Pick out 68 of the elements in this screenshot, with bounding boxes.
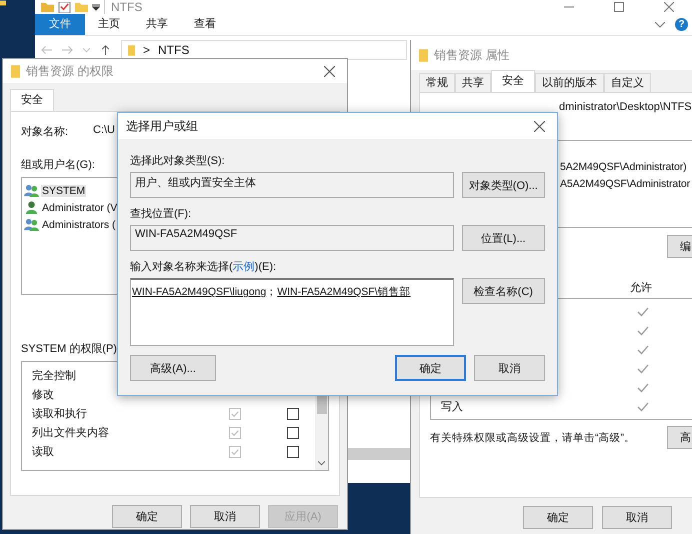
deny-checkbox[interactable] bbox=[287, 426, 299, 438]
maximize-icon[interactable] bbox=[614, 2, 624, 12]
object-names-field[interactable]: WIN-FA5A2M49QSF\liugong；WIN-FA5A2M49QSF\销售部 bbox=[130, 278, 454, 346]
field-label: 输入对象名称来选择(示例)(E): bbox=[130, 260, 276, 274]
dialog-button[interactable]: 取消 bbox=[602, 506, 672, 529]
checklist-icon[interactable] bbox=[58, 2, 71, 12]
scroll-down-icon[interactable] bbox=[318, 461, 325, 466]
permission-name: 修改 bbox=[31, 388, 54, 402]
group-list-item[interactable]: SYSTEM bbox=[41, 184, 86, 196]
chevron-icon[interactable] bbox=[655, 22, 665, 28]
dialog-title: 选择用户或组 bbox=[126, 118, 198, 134]
object-type-field: 用户、组或内置安全主体 bbox=[130, 172, 454, 198]
dropdown-icon[interactable] bbox=[92, 3, 100, 11]
deny-checkbox[interactable] bbox=[287, 446, 299, 458]
window-title: NTFS bbox=[104, 0, 142, 14]
ribbon-tab[interactable]: 共享 bbox=[133, 14, 181, 35]
field-label: 选择此对象类型(S): bbox=[130, 154, 225, 168]
object-types-button[interactable]: 对象类型(O)... bbox=[462, 172, 545, 198]
close-icon[interactable] bbox=[664, 2, 674, 12]
field-label: 查找位置(F): bbox=[130, 207, 192, 221]
groups-label: 组或用户名(G): bbox=[21, 158, 95, 172]
user-group-icon bbox=[24, 218, 39, 231]
permission-name: 完全控制 bbox=[31, 368, 76, 383]
advanced-button[interactable]: 高 bbox=[667, 426, 692, 449]
check-names-button[interactable]: 检查名称(C) bbox=[462, 278, 545, 304]
tab[interactable]: 以前的版本 bbox=[535, 73, 604, 92]
dialog-button[interactable]: 取消 bbox=[190, 505, 260, 528]
column-header: 允许 bbox=[630, 281, 652, 295]
user-icon bbox=[24, 201, 39, 214]
window-title: 销售资源 属性 bbox=[434, 46, 510, 64]
tab[interactable]: 共享 bbox=[455, 73, 491, 92]
locations-button[interactable]: 位置(L)... bbox=[462, 225, 545, 251]
window-title: 销售资源 的权限 bbox=[26, 62, 114, 80]
advanced-hint: 有关特殊权限或高级设置，请单击“高级”。 bbox=[430, 430, 635, 444]
permissions-label: SYSTEM 的权限(P) bbox=[21, 342, 117, 356]
up-icon[interactable] bbox=[100, 45, 111, 55]
permission-name: 列出文件夹内容 bbox=[31, 426, 109, 440]
location-field: WIN-FA5A2M49QSF bbox=[130, 225, 454, 251]
ribbon-tab[interactable]: 主页 bbox=[85, 14, 133, 35]
dialog-button[interactable]: 确定 bbox=[523, 506, 593, 529]
advanced-button[interactable]: 高级(A)... bbox=[130, 355, 216, 381]
tab[interactable]: 安全 bbox=[491, 70, 535, 92]
edit-button[interactable]: 编 bbox=[667, 235, 692, 258]
object-path: dministrator\Desktop\NTFS bbox=[559, 101, 692, 113]
permission-name: 写入 bbox=[441, 401, 463, 413]
close-icon[interactable] bbox=[324, 66, 335, 76]
group-list-item[interactable]: 5A2M49QSF\Administrator) bbox=[560, 161, 687, 178]
tab[interactable]: 常规 bbox=[419, 73, 455, 92]
tab[interactable]: 自定义 bbox=[604, 73, 651, 92]
close-icon[interactable] bbox=[534, 120, 545, 132]
object-name-label: 对象名称: bbox=[21, 125, 70, 139]
group-list-item[interactable]: Administrator (V bbox=[41, 202, 118, 214]
object-name-value: C:\U bbox=[93, 124, 115, 138]
deny-checkbox[interactable] bbox=[287, 408, 299, 420]
group-list-item[interactable]: Administrators ( bbox=[41, 218, 117, 230]
dialog-button[interactable]: 确定 bbox=[112, 505, 182, 528]
permission-name: 读取 bbox=[31, 445, 54, 459]
scrollbar[interactable] bbox=[348, 448, 410, 460]
dialog-button[interactable]: 确定 bbox=[395, 355, 466, 381]
group-list-item[interactable]: A5A2M49QSF\Administrator bbox=[560, 178, 690, 195]
help-icon[interactable]: ? bbox=[675, 18, 688, 31]
user-group-icon bbox=[24, 184, 39, 197]
ribbon-tab[interactable]: 查看 bbox=[181, 14, 229, 35]
permission-name: 读取和执行 bbox=[31, 407, 87, 421]
ribbon-tab[interactable]: 文件 bbox=[35, 14, 85, 35]
dialog-button[interactable]: 取消 bbox=[474, 355, 545, 381]
examples-link[interactable]: 示例 bbox=[232, 261, 255, 273]
tab[interactable]: 安全 bbox=[10, 89, 54, 111]
